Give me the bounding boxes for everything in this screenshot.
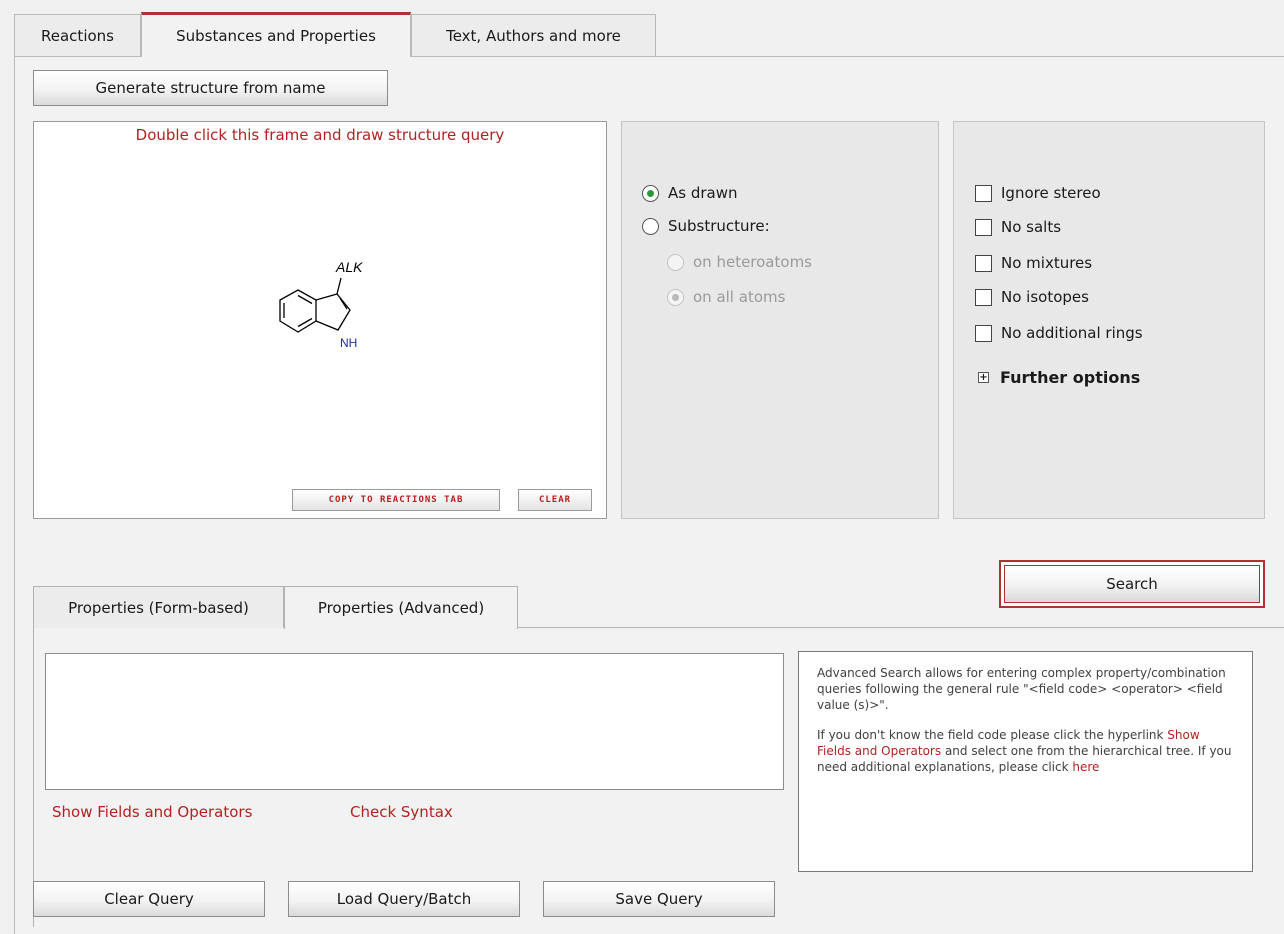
checkbox-icon[interactable] (975, 218, 992, 236)
copy-to-reactions-button[interactable]: COPY TO REACTIONS TAB (292, 489, 500, 511)
help-paragraph-1: Advanced Search allows for entering comp… (817, 666, 1226, 712)
radio-checked-icon[interactable] (642, 184, 659, 202)
search-button-label[interactable]: Search (1004, 565, 1260, 603)
checkbox-label: No salts (1001, 218, 1062, 236)
clear-query-button[interactable]: Clear Query (33, 881, 265, 917)
radio-disabled-icon (667, 253, 684, 271)
match-options-panel: As drawn Substructure: on heteroatoms on… (621, 121, 939, 519)
checkbox-label: No additional rings (1001, 324, 1143, 342)
checkbox-icon[interactable] (975, 254, 992, 272)
radio-on-all-atoms: on all atoms (667, 288, 785, 306)
radio-as-drawn[interactable]: As drawn (642, 184, 738, 202)
checkbox-icon[interactable] (975, 288, 992, 306)
further-options-label: Further options (1000, 368, 1141, 387)
nh-label: NH (340, 336, 357, 350)
help-paragraph-2: If you don't know the field code please … (817, 727, 1234, 775)
expand-plus-icon[interactable]: + (978, 372, 989, 383)
checkbox-label: Ignore stereo (1001, 184, 1101, 202)
load-query-button[interactable]: Load Query/Batch (288, 881, 520, 917)
advanced-search-help: Advanced Search allows for entering comp… (798, 651, 1253, 872)
radio-on-heteroatoms: on heteroatoms (667, 253, 812, 271)
advanced-query-input[interactable] (45, 653, 784, 790)
radio-substructure[interactable]: Substructure: (642, 217, 770, 235)
checkbox-no-mixtures[interactable]: No mixtures (975, 254, 1092, 272)
check-syntax-link[interactable]: Check Syntax (350, 803, 453, 821)
checkbox-no-isotopes[interactable]: No isotopes (975, 288, 1089, 306)
alk-label: ALK (335, 259, 363, 275)
checkbox-ignore-stereo[interactable]: Ignore stereo (975, 184, 1101, 202)
clear-structure-button[interactable]: CLEAR (518, 489, 592, 511)
checkbox-no-salts[interactable]: No salts (975, 218, 1061, 236)
tab-reactions[interactable]: Reactions (14, 14, 141, 56)
radio-label: on all atoms (693, 288, 786, 306)
indole-structure: ALK NH (279, 259, 363, 350)
help-text: If you don't know the field code please … (817, 728, 1168, 742)
search-button[interactable]: Search (999, 560, 1265, 608)
show-fields-link[interactable]: Show Fields and Operators (52, 803, 252, 821)
help-here-link[interactable]: here (1072, 760, 1099, 774)
draw-hint: Double click this frame and draw structu… (135, 126, 505, 144)
structure-editor-frame[interactable]: Double click this frame and draw structu… (33, 121, 607, 519)
further-options-toggle[interactable]: + Further options (978, 368, 1140, 387)
generate-structure-button[interactable]: Generate structure from name (33, 70, 388, 106)
save-query-button[interactable]: Save Query (543, 881, 775, 917)
radio-label: Substructure: (668, 217, 770, 235)
radio-unchecked-icon[interactable] (642, 217, 659, 235)
checkbox-icon[interactable] (975, 324, 992, 342)
checkbox-icon[interactable] (975, 184, 992, 202)
radio-label: As drawn (668, 184, 738, 202)
tab-text-authors[interactable]: Text, Authors and more (411, 14, 656, 56)
checkbox-no-additional-rings[interactable]: No additional rings (975, 324, 1143, 342)
radio-disabled-checked-icon (667, 288, 684, 306)
filter-options-panel: Ignore stereo No salts No mixtures No is… (953, 121, 1265, 519)
tab-substances-and-properties[interactable]: Substances and Properties (141, 12, 411, 57)
checkbox-label: No mixtures (1001, 254, 1093, 272)
tab-properties-form-based[interactable]: Properties (Form-based) (33, 586, 284, 628)
radio-label: on heteroatoms (693, 253, 812, 271)
checkbox-label: No isotopes (1001, 288, 1089, 306)
tab-properties-advanced[interactable]: Properties (Advanced) (284, 586, 518, 629)
